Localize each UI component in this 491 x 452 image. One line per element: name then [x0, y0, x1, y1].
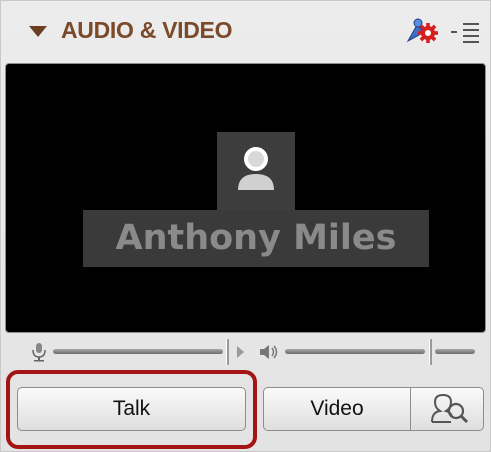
- microphone-slider-thumb[interactable]: [237, 346, 244, 358]
- panel-title: AUDIO & VIDEO: [61, 17, 233, 43]
- speaker-icon[interactable]: [259, 343, 279, 361]
- speaker-volume-slider[interactable]: [285, 349, 425, 354]
- speaker-slider-tail: [435, 349, 475, 354]
- video-preview-icon: [431, 393, 469, 424]
- video-button[interactable]: Video: [263, 387, 411, 431]
- talk-button[interactable]: Talk: [17, 387, 246, 431]
- speaker-slider-divider: [429, 339, 432, 365]
- video-preview-button[interactable]: [410, 387, 484, 431]
- panel-menu-icon[interactable]: [449, 19, 483, 45]
- settings-gear-icon[interactable]: [405, 15, 439, 47]
- microphone-slider-divider: [226, 339, 229, 365]
- collapse-triangle-icon[interactable]: [29, 26, 47, 37]
- audio-video-panel: AUDIO & VIDEO Anthony Miles Talk Video: [0, 0, 491, 452]
- volume-controls: [1, 337, 491, 367]
- microphone-icon[interactable]: [31, 342, 47, 362]
- panel-header[interactable]: AUDIO & VIDEO: [1, 1, 491, 63]
- video-display: Anthony Miles: [5, 63, 486, 333]
- participant-name: Anthony Miles: [83, 210, 429, 267]
- user-silhouette-icon: [217, 132, 295, 210]
- microphone-volume-slider[interactable]: [53, 349, 223, 354]
